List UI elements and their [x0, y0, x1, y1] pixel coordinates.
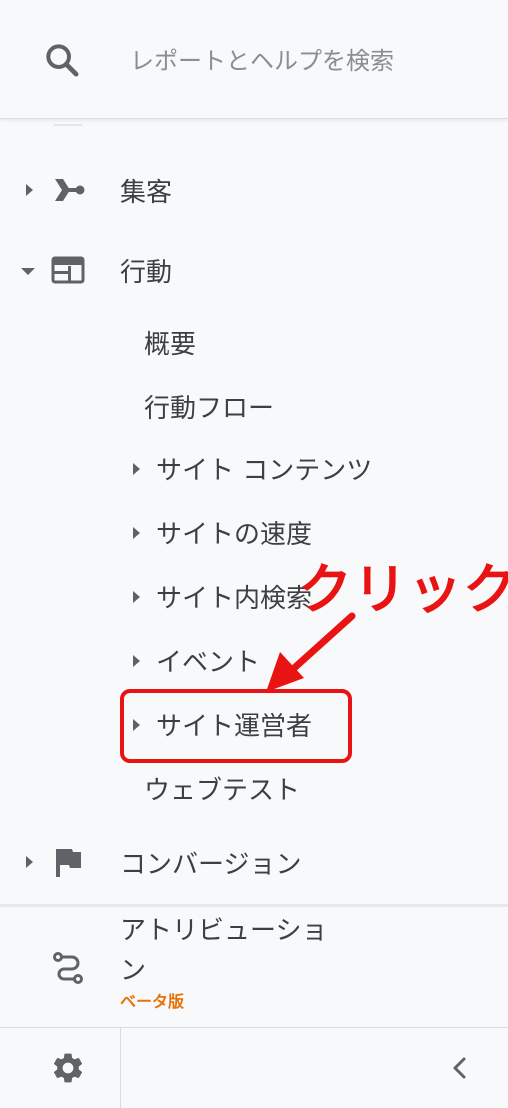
- caret-right-icon: [21, 853, 39, 871]
- flag-icon: [50, 844, 86, 880]
- nav-item-attribution[interactable]: アトリビューショ ン: [0, 910, 508, 1022]
- nav-item-behavior[interactable]: 行動: [0, 242, 508, 298]
- nav-sublabel-flow: 行動フロー: [144, 394, 275, 424]
- nav-subitem-experiments[interactable]: ウェブテスト: [144, 762, 508, 814]
- caret-right-icon: [128, 524, 146, 542]
- nav-label-conversions: コンバージョン: [120, 850, 302, 880]
- scroll-fade-divider: [54, 124, 82, 126]
- caret-down-icon: [19, 263, 37, 281]
- nav-subitem-site-content[interactable]: サイト コンテンツ: [128, 442, 508, 494]
- highlight-box: [120, 689, 352, 763]
- gear-icon[interactable]: [50, 1050, 86, 1086]
- footer-divider: [120, 1028, 121, 1108]
- chevron-left-icon[interactable]: [446, 1054, 474, 1082]
- sidebar-footer: [0, 1027, 508, 1108]
- nav-sublabel-site-content: サイト コンテンツ: [156, 456, 373, 486]
- section-divider: [0, 904, 508, 907]
- nav-sublabel-events: イベント: [156, 648, 261, 678]
- nav-sublabel-site-speed: サイトの速度: [156, 520, 313, 550]
- annotation-callout: クリック: [298, 558, 508, 621]
- nav-label-acquisition: 集客: [120, 178, 173, 208]
- nav-label-behavior: 行動: [120, 258, 173, 288]
- caret-right-icon: [21, 181, 39, 199]
- acquisition-icon: [50, 172, 86, 208]
- behavior-icon: [50, 252, 86, 288]
- nav-subitem-flow[interactable]: 行動フロー: [144, 380, 508, 432]
- caret-right-icon: [128, 588, 146, 606]
- caret-right-icon: [128, 460, 146, 478]
- search-icon[interactable]: [42, 40, 82, 80]
- search-bar: [0, 0, 508, 119]
- beta-badge: ベータ版: [120, 992, 185, 1011]
- nav-item-acquisition[interactable]: 集客: [0, 162, 508, 218]
- nav-label-attribution: アトリビューショ: [120, 916, 328, 946]
- caret-right-icon: [128, 652, 146, 670]
- nav-sublabel-overview: 概要: [144, 330, 197, 360]
- nav-label-attribution-cont: ン: [120, 956, 147, 986]
- nav-item-conversions[interactable]: コンバージョン: [0, 834, 508, 890]
- search-input[interactable]: [128, 36, 472, 86]
- nav-subitem-overview[interactable]: 概要: [144, 316, 508, 368]
- attribution-icon: [50, 948, 86, 984]
- nav-sublabel-experiments: ウェブテスト: [144, 776, 301, 806]
